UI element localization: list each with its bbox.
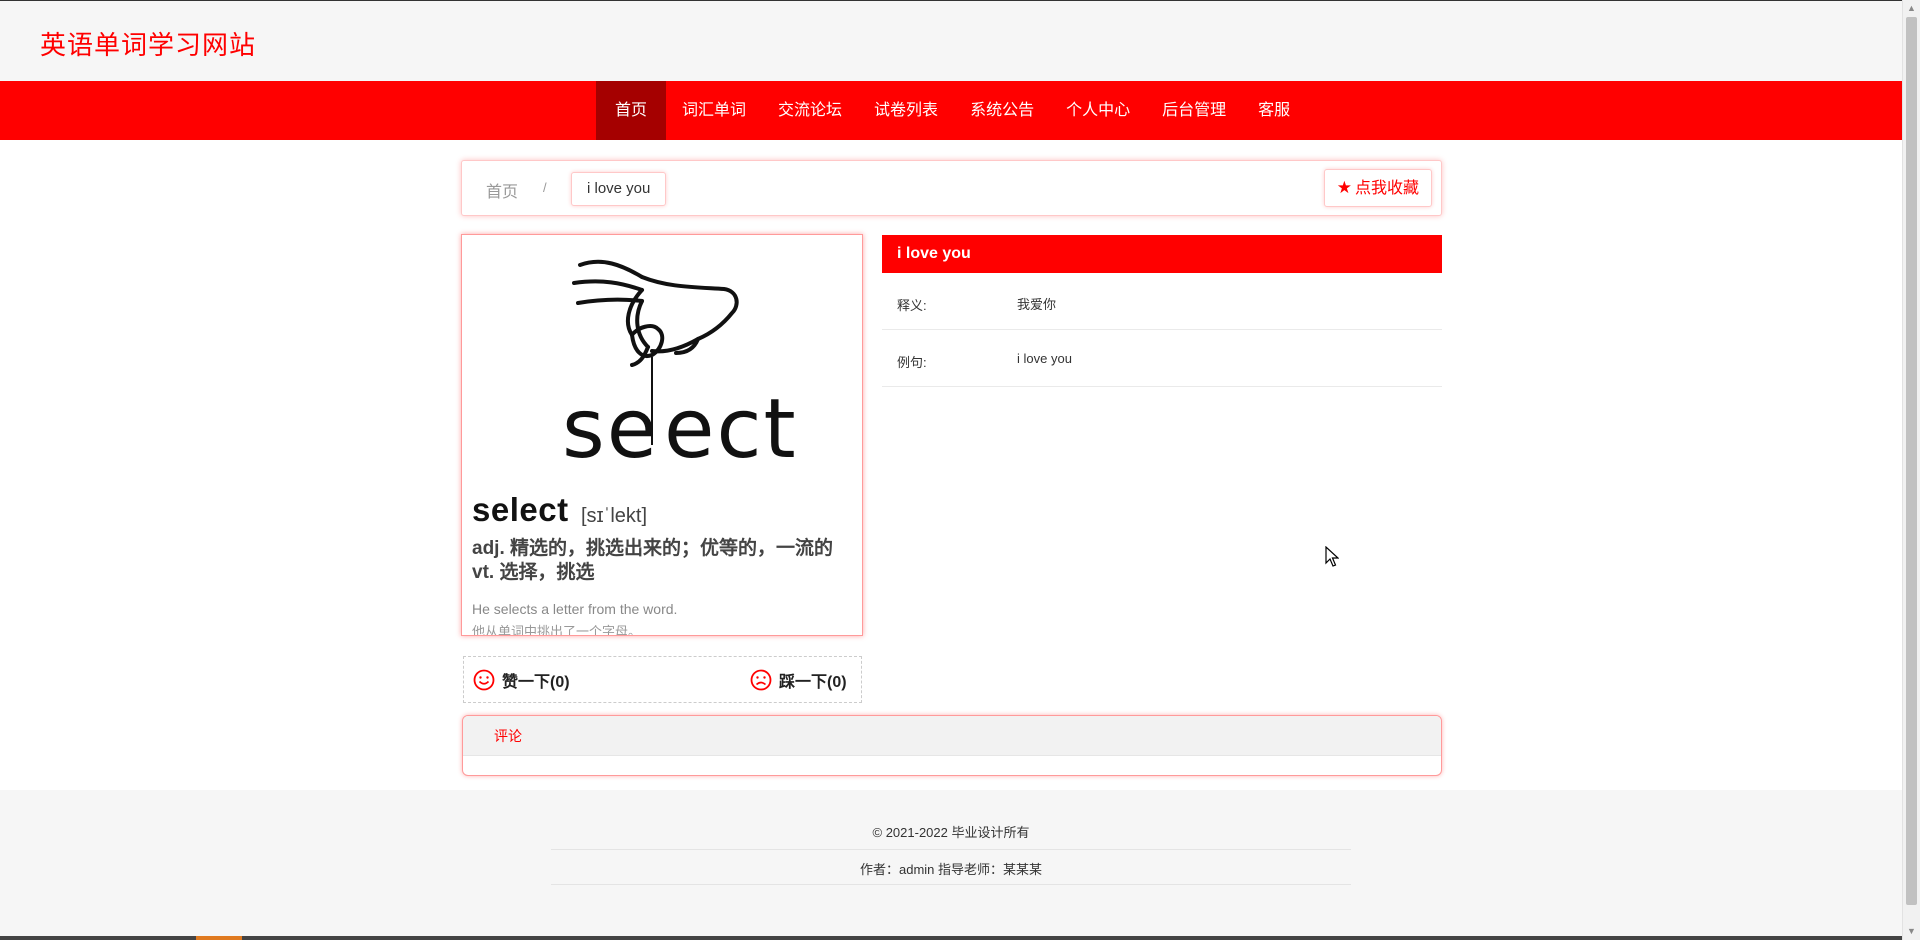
image-phonetic: [sɪˈlekt] bbox=[581, 505, 648, 527]
breadcrumb-home-link[interactable]: 首页 bbox=[486, 178, 518, 202]
image-example-en: He selects a letter from the word. bbox=[472, 601, 678, 617]
detail-label-example: 例句: bbox=[897, 355, 927, 370]
taskbar-highlight bbox=[196, 936, 242, 940]
svg-text:ect: ect bbox=[664, 382, 798, 465]
scrollbar-thumb[interactable] bbox=[1906, 17, 1917, 905]
nav-item-support[interactable]: 客服 bbox=[1242, 81, 1306, 140]
breadcrumb-current: i love you bbox=[571, 172, 667, 206]
site-title[interactable]: 英语单词学习网站 bbox=[40, 25, 256, 62]
page: 英语单词学习网站 首页 词汇单词 交流论坛 试卷列表 系统公告 个人中心 后台管… bbox=[0, 0, 1920, 940]
breadcrumb: 首页 / i love you ★ 点我收藏 bbox=[461, 160, 1442, 216]
footer-divider-bottom bbox=[551, 884, 1351, 885]
nav-item-announcements[interactable]: 系统公告 bbox=[954, 81, 1050, 140]
select-logo-text: se bbox=[562, 382, 659, 465]
dislike-label: 踩一下(0) bbox=[779, 673, 847, 691]
main-nav: 首页 词汇单词 交流论坛 试卷列表 系统公告 个人中心 后台管理 客服 bbox=[0, 81, 1902, 140]
favorite-button-label: 点我收藏 bbox=[1354, 180, 1419, 197]
smile-icon bbox=[473, 669, 495, 690]
vote-bar: 赞一下(0) 踩一下(0) bbox=[463, 656, 862, 703]
mouse-cursor-icon bbox=[1325, 546, 1339, 567]
like-button[interactable]: 赞一下(0) bbox=[473, 657, 570, 702]
dislike-button[interactable]: 踩一下(0) bbox=[750, 657, 847, 702]
image-definition-vt: vt. 选择，挑选 bbox=[472, 562, 595, 583]
detail-value-meaning: 我爱你 bbox=[1017, 297, 1057, 312]
nav-item-vocabulary[interactable]: 词汇单词 bbox=[666, 81, 762, 140]
nav-item-exams[interactable]: 试卷列表 bbox=[858, 81, 954, 140]
image-example-cn: 他从单词中挑出了一个字母。 bbox=[472, 624, 642, 636]
nav-items: 首页 词汇单词 交流论坛 试卷列表 系统公告 个人中心 后台管理 客服 bbox=[596, 81, 1306, 140]
site-footer: © 2021-2022 毕业设计所有 作者：admin 指导老师：某某某 bbox=[0, 790, 1902, 940]
taskbar-strip bbox=[0, 936, 1902, 940]
scroll-up-icon[interactable]: ▲ bbox=[1903, 0, 1920, 17]
comments-panel: 评论 bbox=[462, 715, 1442, 776]
frown-icon bbox=[750, 669, 772, 690]
vertical-scrollbar[interactable]: ▲ ▼ bbox=[1902, 0, 1920, 940]
image-word: select bbox=[472, 491, 569, 528]
scroll-down-icon[interactable]: ▼ bbox=[1903, 923, 1920, 940]
hand-pinch-illustration: se ect bbox=[562, 259, 798, 465]
detail-row-example: 例句: i love you bbox=[882, 330, 1442, 387]
nav-item-admin[interactable]: 后台管理 bbox=[1146, 81, 1242, 140]
site-header: 英语单词学习网站 bbox=[0, 0, 1902, 81]
detail-row-meaning: 释义: 我爱你 bbox=[882, 273, 1442, 330]
nav-item-home[interactable]: 首页 bbox=[596, 81, 667, 140]
image-definition-adj: adj. 精选的，挑选出来的；优等的，一流的 bbox=[472, 538, 834, 559]
star-icon: ★ bbox=[1336, 178, 1352, 197]
nav-item-profile[interactable]: 个人中心 bbox=[1050, 81, 1146, 140]
favorite-button[interactable]: ★ 点我收藏 bbox=[1323, 169, 1432, 207]
word-image: se ect select [sɪˈlekt] adj. 精选的，挑选出来的；优… bbox=[461, 234, 863, 636]
footer-divider bbox=[551, 849, 1351, 850]
detail-title: i love you bbox=[882, 235, 1442, 273]
footer-copyright: © 2021-2022 毕业设计所有 bbox=[872, 825, 1030, 840]
nav-item-forum[interactable]: 交流论坛 bbox=[762, 81, 858, 140]
like-label: 赞一下(0) bbox=[502, 673, 570, 691]
breadcrumb-separator: / bbox=[543, 180, 547, 195]
comments-title: 评论 bbox=[463, 716, 1441, 756]
detail-label-meaning: 释义: bbox=[897, 298, 927, 313]
detail-value-example: i love you bbox=[1017, 351, 1072, 366]
footer-credits: 作者：admin 指导老师：某某某 bbox=[859, 862, 1043, 877]
